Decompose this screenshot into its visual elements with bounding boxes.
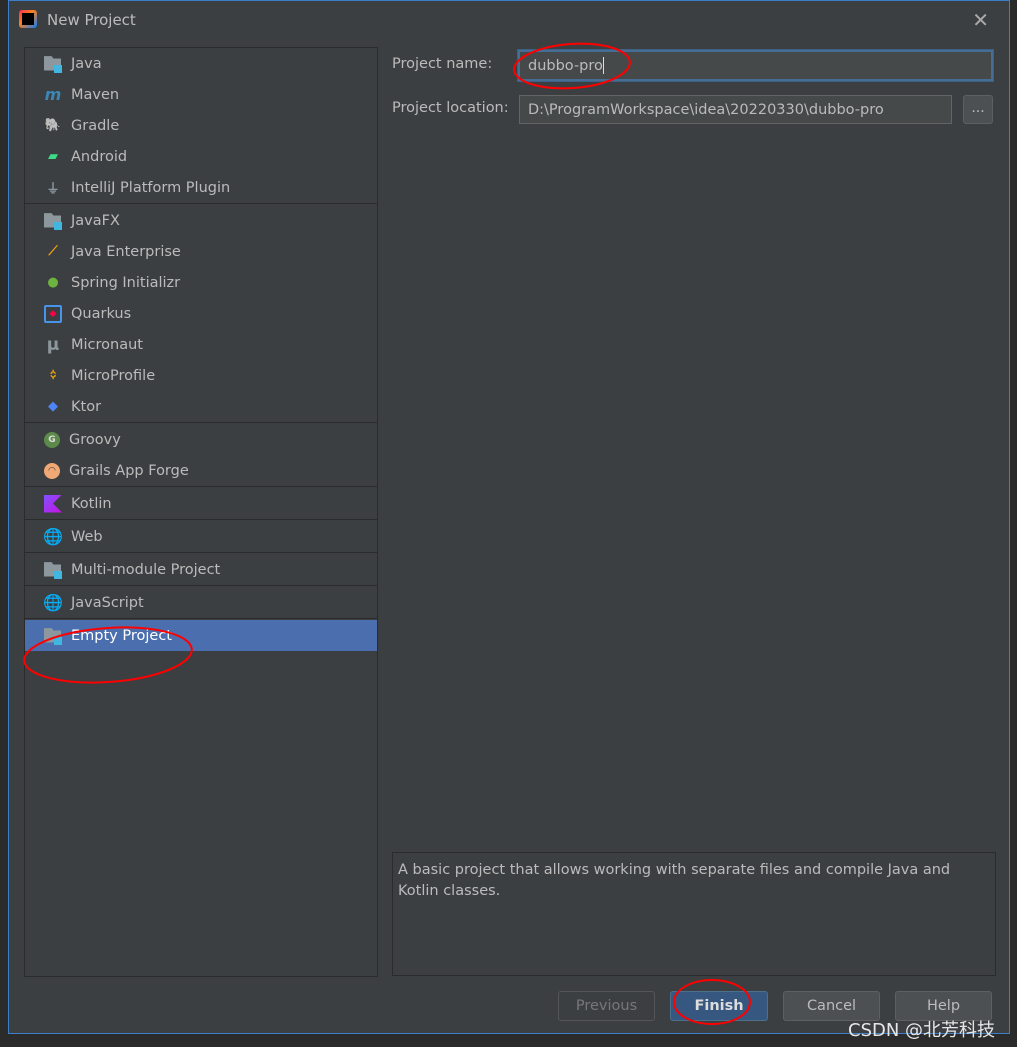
quarkus-icon: ◆ [44,304,62,323]
list-item-label: JavaScript [71,594,144,611]
title-bar: New Project ✕ [9,1,1009,39]
list-item-label: Ktor [71,398,102,415]
android-icon: ▰ [48,149,58,164]
list-item-micronaut[interactable]: μ Micronaut [25,329,377,360]
list-item-label: Grails App Forge [69,462,189,479]
list-item-gradle[interactable]: 🐘 Gradle [25,110,377,141]
dialog-title: New Project [47,11,136,29]
list-item-label: Java Enterprise [71,243,181,260]
list-item-java-enterprise[interactable]: ⟋ Java Enterprise [25,236,377,267]
list-item-spring-initializr[interactable]: ● Spring Initializr [25,267,377,298]
project-name-label: Project name: [392,56,493,72]
project-location-value: D:\ProgramWorkspace\idea\20220330\dubbo-… [528,101,884,118]
list-item-microprofile[interactable]: ᨟ MicroProfile [25,360,377,391]
close-icon[interactable]: ✕ [972,8,989,32]
browse-button[interactable]: ... [963,95,993,124]
project-location-label: Project location: [392,100,509,116]
groovy-icon: G [44,431,60,448]
list-item-label: Quarkus [71,305,132,322]
list-item-label: Web [71,528,103,545]
project-name-input[interactable]: dubbo-pro [518,50,993,81]
globe-icon: 🌐 [43,527,63,546]
list-item-label: Groovy [69,431,121,448]
list-item-web[interactable]: 🌐 Web [25,521,377,552]
list-item-multi-module-project[interactable]: Multi-module Project [25,554,377,585]
gradle-elephant-icon: 🐘 [44,118,62,133]
plugin-icon: ⏚ [46,182,60,197]
list-item-maven[interactable]: m Maven [25,79,377,110]
folder-icon [44,627,62,645]
kotlin-icon [44,494,62,513]
ktor-icon: ◆ [48,399,58,414]
previous-button[interactable]: Previous [558,991,655,1021]
project-location-input[interactable]: D:\ProgramWorkspace\idea\20220330\dubbo-… [519,95,952,124]
globe-icon: 🌐 [43,593,63,612]
micronaut-icon: μ [46,334,60,355]
javafx-folder-icon [44,212,62,230]
project-name-value: dubbo-pro [528,57,603,74]
folder-icon [44,561,62,579]
list-item-grails-app-forge[interactable]: ◠ Grails App Forge [25,455,377,486]
project-type-list: Java m Maven 🐘 Gradle ▰ Android ⏚ IntelliJ Platf… [24,47,378,977]
list-item-intellij-platform-plugin[interactable]: ⏚ IntelliJ Platform Plugin [25,172,377,203]
project-description: A basic project that allows working with… [392,852,996,976]
list-item-label: MicroProfile [71,367,156,384]
grails-icon: ◠ [44,462,60,479]
list-item-groovy[interactable]: G Groovy [25,424,377,455]
list-item-java[interactable]: Java [25,48,377,79]
list-item-label: IntelliJ Platform Plugin [71,179,231,196]
list-item-label: Spring Initializr [71,274,181,291]
list-item-quarkus[interactable]: ◆ Quarkus [25,298,377,329]
list-item-label: Maven [71,86,120,103]
intellij-logo-icon [19,10,37,28]
list-item-label: JavaFX [71,212,120,229]
list-item-android[interactable]: ▰ Android [25,141,377,172]
list-item-ktor[interactable]: ◆ Ktor [25,391,377,422]
list-item-label: Java [71,55,102,72]
microprofile-icon: ᨟ [49,368,57,383]
finish-button[interactable]: Finish [670,991,768,1021]
list-item-label: Kotlin [71,495,112,512]
list-item-javascript[interactable]: 🌐 JavaScript [25,587,377,618]
maven-icon: m [44,85,62,104]
java-folder-icon [44,55,62,73]
list-item-label: Multi-module Project [71,561,221,578]
list-item-kotlin[interactable]: Kotlin [25,488,377,519]
list-item-label: Android [71,148,128,165]
list-item-label: Empty Project [71,627,172,644]
spring-icon: ● [47,275,59,290]
new-project-dialog: New Project ✕ Java m Maven 🐘 Gradle ▰ Android ⏚… [8,0,1010,1034]
java-enterprise-icon: ⟋ [48,244,58,259]
list-item-label: Gradle [71,117,120,134]
watermark: CSDN @北芳科技 [848,1020,996,1041]
list-item-empty-project[interactable]: Empty Project [25,620,377,651]
list-item-label: Micronaut [71,336,143,353]
list-item-javafx[interactable]: JavaFX [25,205,377,236]
